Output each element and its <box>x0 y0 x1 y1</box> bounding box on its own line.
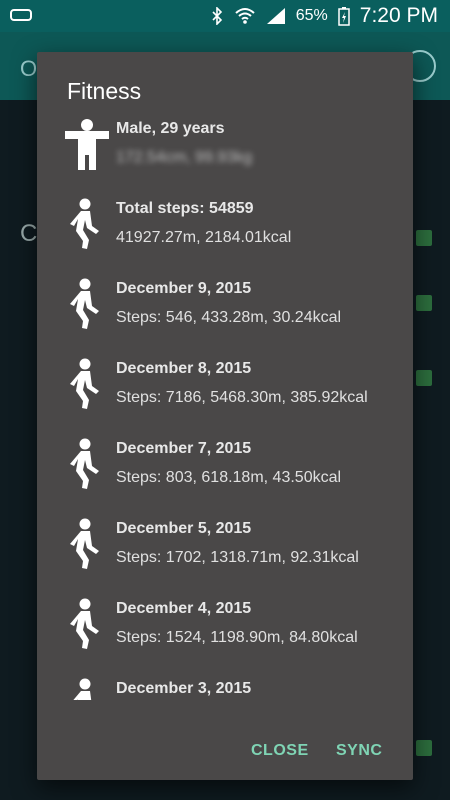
item-details: Steps: 546, 433.28m, 30.24kcal <box>116 309 342 326</box>
item-details: Steps: 1702, 1318.71m, 92.31kcal <box>116 549 359 566</box>
item-date: December 3, 2015 <box>116 680 252 697</box>
item-details: 41927.27m, 2184.01kcal <box>116 229 292 246</box>
list-item[interactable]: December 4, 2015 Steps: 1524, 1198.90m, … <box>37 590 413 670</box>
fitness-dialog: Fitness Male, 29 years 172.54cm, 99.93kg… <box>37 52 413 780</box>
battery-percent: 65% <box>295 7 328 24</box>
item-title: Total steps: 54859 <box>116 200 254 217</box>
list-item[interactable]: December 8, 2015 Steps: 7186, 5468.30m, … <box>37 350 413 430</box>
item-date: December 7, 2015 <box>116 440 252 457</box>
list-item[interactable]: December 3, 2015 <box>37 670 413 700</box>
notification-icon <box>10 9 32 21</box>
sync-button[interactable]: SYNC <box>336 742 382 760</box>
item-date: December 9, 2015 <box>116 280 252 297</box>
item-date: December 4, 2015 <box>116 600 252 617</box>
list-item[interactable]: December 9, 2015 Steps: 546, 433.28m, 30… <box>37 270 413 350</box>
dialog-buttons: CLOSE SYNC <box>37 722 413 780</box>
background-checkbox <box>416 370 432 386</box>
signal-icon <box>266 7 286 25</box>
list-item[interactable]: December 5, 2015 Steps: 1702, 1318.71m, … <box>37 510 413 590</box>
profile-row[interactable]: Male, 29 years 172.54cm, 99.93kg <box>37 110 413 190</box>
walking-icon <box>70 518 99 569</box>
battery-charging-icon <box>338 6 350 26</box>
list-item[interactable]: December 7, 2015 Steps: 803, 618.18m, 43… <box>37 430 413 510</box>
wifi-icon <box>234 7 256 25</box>
person-standing-icon <box>65 119 109 170</box>
background-checkbox <box>416 295 432 311</box>
walking-icon <box>73 678 92 700</box>
walking-icon <box>70 358 99 409</box>
clock: 7:20 PM <box>359 4 438 27</box>
background-checkbox <box>416 230 432 246</box>
profile-measurements: 172.54cm, 99.93kg <box>116 149 253 166</box>
item-date: December 5, 2015 <box>116 520 252 537</box>
item-details: Steps: 1524, 1198.90m, 84.80kcal <box>116 629 358 646</box>
item-details: Steps: 803, 618.18m, 43.50kcal <box>116 469 342 486</box>
walking-icon <box>70 438 99 489</box>
status-bar: 65% 7:20 PM <box>0 0 450 32</box>
background-text-fragment: C <box>20 220 38 247</box>
close-button[interactable]: CLOSE <box>251 742 309 760</box>
dialog-title: Fitness <box>67 78 142 104</box>
background-checkbox <box>416 740 432 756</box>
bluetooth-icon <box>210 7 224 25</box>
list-item[interactable]: Total steps: 54859 41927.27m, 2184.01kca… <box>37 190 413 270</box>
walking-icon <box>70 278 99 329</box>
profile-summary: Male, 29 years <box>116 120 225 137</box>
item-details: Steps: 7186, 5468.30m, 385.92kcal <box>116 389 368 406</box>
background-app-title-fragment: O <box>20 56 38 81</box>
walking-icon <box>70 598 99 649</box>
item-date: December 8, 2015 <box>116 360 252 377</box>
walking-icon <box>70 198 99 249</box>
fitness-list[interactable]: Male, 29 years 172.54cm, 99.93kg Total s… <box>37 110 413 700</box>
